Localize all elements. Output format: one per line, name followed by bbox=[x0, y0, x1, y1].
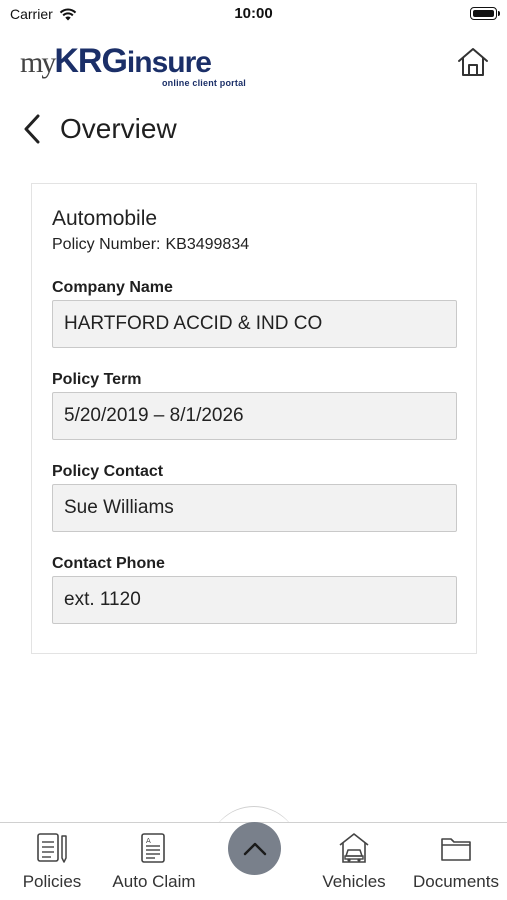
expand-menu-button[interactable] bbox=[228, 822, 281, 875]
logo-tagline: online client portal bbox=[161, 78, 246, 88]
page-title: Overview bbox=[60, 113, 177, 144]
company-name-field[interactable]: HARTFORD ACCID & IND CO bbox=[52, 300, 457, 348]
chevron-up-icon bbox=[243, 842, 266, 855]
tab-vehicles-label: Vehicles bbox=[322, 872, 386, 891]
auto-claim-form-icon: A bbox=[141, 833, 165, 863]
policy-contact-label: Policy Contact bbox=[52, 463, 164, 480]
policy-term-label: Policy Term bbox=[52, 371, 142, 388]
contact-phone-label: Contact Phone bbox=[52, 555, 165, 572]
back-navigation[interactable]: Overview bbox=[22, 110, 177, 148]
policy-number-value: KB3499834 bbox=[165, 236, 250, 253]
logo-my: my bbox=[20, 46, 56, 79]
policy-card: Automobile Policy Number: KB3499834 Comp… bbox=[31, 183, 477, 654]
tab-policies-label: Policies bbox=[22, 872, 82, 891]
chevron-left-icon[interactable] bbox=[22, 113, 42, 145]
vehicle-garage-icon bbox=[339, 833, 369, 863]
contact-phone-field[interactable]: ext. 1120 bbox=[52, 576, 457, 624]
status-time: 10:00 bbox=[234, 5, 273, 22]
svg-text:A: A bbox=[146, 837, 151, 845]
tab-auto-claim-label: Auto Claim bbox=[112, 872, 196, 891]
tab-documents[interactable]: Documents bbox=[408, 823, 504, 900]
policy-contact-field[interactable]: Sue Williams bbox=[52, 484, 457, 532]
folder-icon bbox=[441, 838, 471, 861]
policy-number-label: Policy Number: bbox=[52, 236, 161, 253]
app-header: myKRGinsure online client portal bbox=[0, 36, 507, 96]
logo-wordmark: myKRGinsure bbox=[20, 40, 212, 82]
policies-document-icon bbox=[37, 833, 67, 863]
logo: myKRGinsure online client portal bbox=[20, 40, 250, 94]
logo-krg: KRG bbox=[54, 42, 128, 80]
battery-icon bbox=[470, 7, 500, 20]
tab-vehicles[interactable]: Vehicles bbox=[318, 823, 390, 900]
status-bar: Carrier 10:00 bbox=[0, 0, 507, 28]
policy-term-field[interactable]: 5/20/2019 – 8/1/2026 bbox=[52, 392, 457, 440]
tab-policies[interactable]: Policies bbox=[18, 823, 86, 900]
home-icon[interactable] bbox=[456, 46, 490, 78]
policy-type: Automobile bbox=[52, 207, 158, 230]
tab-documents-label: Documents bbox=[413, 872, 499, 891]
company-name-label: Company Name bbox=[52, 279, 173, 296]
tab-auto-claim[interactable]: A Auto Claim bbox=[108, 823, 200, 900]
logo-insure: insure bbox=[126, 46, 212, 79]
policy-number-row: Policy Number: KB3499834 bbox=[52, 236, 249, 254]
